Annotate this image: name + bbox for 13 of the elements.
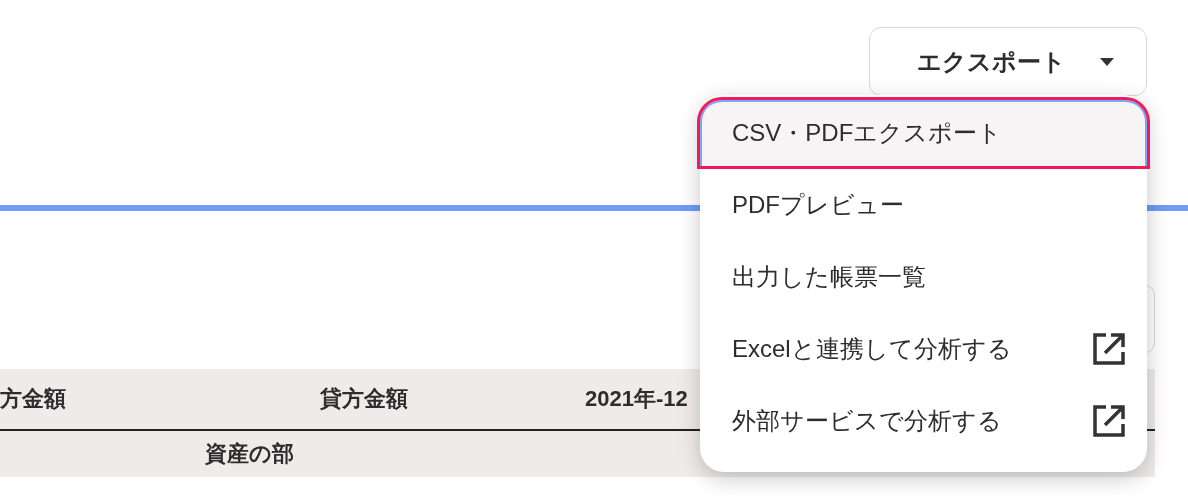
menu-item[interactable]: Excelと連携して分析する: [700, 316, 1147, 382]
menu-item[interactable]: PDFプレビュー: [700, 172, 1147, 238]
section-row-label: 資産の部: [205, 440, 294, 468]
external-link-icon: [1091, 403, 1127, 439]
column-header: 方金額: [0, 385, 67, 413]
column-header: 2021年-12: [585, 385, 689, 413]
external-link-icon: [1091, 331, 1127, 367]
caret-icon: [1099, 57, 1114, 66]
export-button[interactable]: エクスポート: [869, 27, 1147, 96]
column-header: 貸方金額: [320, 385, 409, 413]
menu-item[interactable]: 外部サービスで分析する: [700, 388, 1147, 454]
menu-item[interactable]: 出力した帳票一覧: [700, 244, 1147, 310]
menu-item[interactable]: CSV・PDFエクスポート: [700, 100, 1147, 166]
